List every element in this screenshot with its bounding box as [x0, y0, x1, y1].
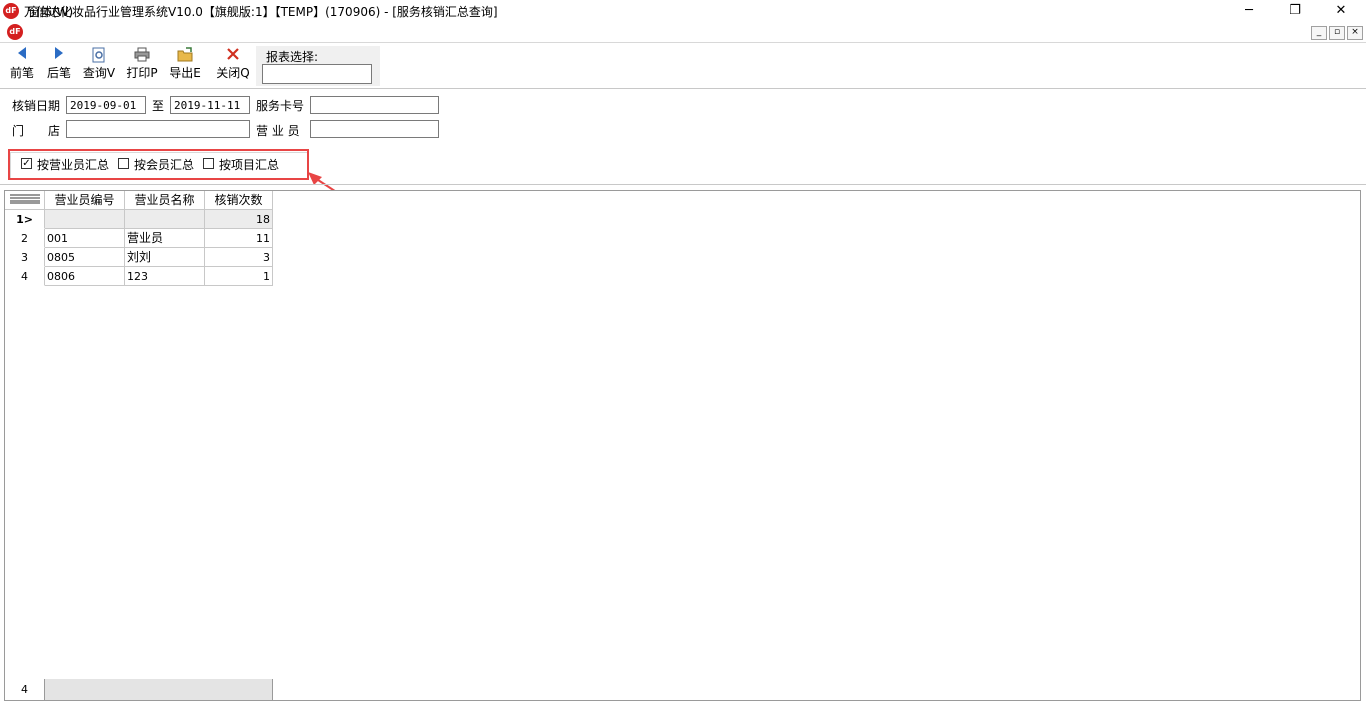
card-input[interactable] [310, 96, 439, 114]
row-indicator[interactable]: 2 [5, 229, 45, 248]
menu-window[interactable]: 窗体(W) [28, 3, 73, 20]
mdi-logo-icon: dF [7, 24, 23, 40]
table-cell-name[interactable] [125, 210, 205, 229]
restore-button[interactable]: ❐ [1272, 0, 1318, 22]
table-cell-name[interactable]: 营业员 [125, 229, 205, 248]
table-cell-code[interactable] [45, 210, 125, 229]
close-x-icon [214, 47, 252, 65]
by-member-label[interactable]: 按会员汇总 [134, 156, 194, 173]
print-button[interactable]: 打印P [124, 47, 160, 85]
footer-summary-area [45, 679, 273, 700]
clerk-input[interactable] [310, 120, 439, 138]
divider [0, 184, 1366, 185]
minimize-button[interactable]: ─ [1226, 0, 1272, 22]
export-folder-icon [166, 47, 204, 65]
date-label: 核销日期 [12, 99, 61, 113]
date-to-input[interactable]: 2019-11-11 [170, 96, 250, 114]
by-member-checkbox[interactable] [118, 158, 129, 169]
report-select-label: 报表选择: [266, 50, 319, 64]
row-indicator[interactable]: 3 [5, 248, 45, 267]
toolbar [0, 44, 1366, 89]
prev-record-button[interactable]: 前笔 [6, 47, 38, 85]
table-cell-count[interactable]: 1 [205, 267, 273, 286]
window-title: 万信达化妆品行业管理系统V10.0【旗舰版:1】【TEMP】(170906) -… [24, 5, 498, 19]
by-item-checkbox[interactable] [203, 158, 214, 169]
app-logo-icon: dF [3, 3, 19, 19]
date-from-input[interactable]: 2019-09-01 [66, 96, 146, 114]
by-item-label[interactable]: 按项目汇总 [219, 156, 279, 173]
close-label: 关闭Q [216, 66, 250, 80]
row-indicator[interactable]: 1> [5, 210, 45, 229]
mdi-minimize-button[interactable]: _ [1311, 26, 1327, 40]
to-label: 至 [152, 99, 165, 113]
print-label: 打印P [126, 66, 158, 80]
export-label: 导出E [169, 66, 201, 80]
table-cell-count[interactable]: 18 [205, 210, 273, 229]
by-clerk-checkbox[interactable]: ✓ [21, 158, 32, 169]
prev-record-label: 前笔 [9, 66, 34, 80]
next-record-label: 后笔 [46, 66, 71, 80]
close-button[interactable]: 关闭Q [214, 47, 252, 85]
close-window-button[interactable]: ✕ [1318, 0, 1364, 22]
table-cell-name[interactable]: 刘刘 [125, 248, 205, 267]
export-button[interactable]: 导出E [166, 47, 204, 85]
next-record-button[interactable]: 后笔 [43, 47, 75, 85]
table-cell-code[interactable]: 0806 [45, 267, 125, 286]
table-cell-count[interactable]: 11 [205, 229, 273, 248]
table-cell-count[interactable]: 3 [205, 248, 273, 267]
column-header-name[interactable]: 营业员名称 [125, 191, 205, 210]
column-header-count[interactable]: 核销次数 [205, 191, 273, 210]
query-label: 查询V [82, 66, 116, 80]
store-label: 门 店 [12, 124, 61, 138]
card-label: 服务卡号 [256, 99, 305, 113]
arrow-right-icon [43, 47, 75, 65]
mdi-close-button[interactable]: × [1347, 26, 1363, 40]
row-indicator[interactable]: 4 [5, 267, 45, 286]
table-cell-code[interactable]: 0805 [45, 248, 125, 267]
table-cell-code[interactable]: 001 [45, 229, 125, 248]
clerk-label: 营 业 员 [256, 124, 300, 138]
menu-bar [0, 22, 1366, 43]
report-select-input[interactable] [262, 64, 372, 84]
by-clerk-label[interactable]: 按营业员汇总 [37, 156, 109, 173]
footer-record-count: 4 [5, 679, 45, 700]
search-doc-icon [80, 47, 118, 65]
table-cell-name[interactable]: 123 [125, 267, 205, 286]
query-button[interactable]: 查询V [80, 47, 118, 85]
store-input[interactable] [66, 120, 250, 138]
column-header-code[interactable]: 营业员编号 [45, 191, 125, 210]
grid-corner-icon[interactable] [5, 191, 45, 210]
mdi-restore-button[interactable]: ▫ [1329, 26, 1345, 40]
printer-icon [124, 47, 160, 65]
arrow-left-icon [6, 47, 38, 65]
